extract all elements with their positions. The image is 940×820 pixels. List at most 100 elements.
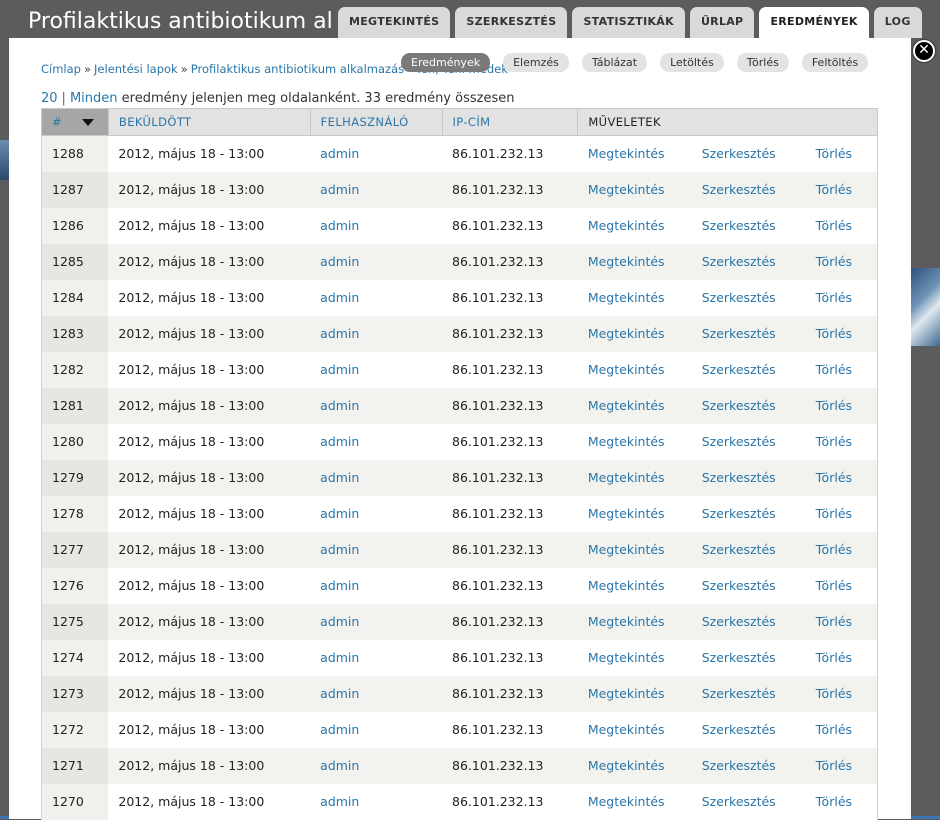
cell-view[interactable]: Megtekintés: [577, 351, 692, 388]
delete-link[interactable]: Törlés: [816, 506, 852, 521]
delete-link[interactable]: Törlés: [816, 758, 852, 773]
view-link[interactable]: Megtekintés: [588, 470, 665, 485]
delete-link[interactable]: Törlés: [816, 686, 852, 701]
edit-link[interactable]: Szerkesztés: [702, 254, 776, 269]
per-page-all-link[interactable]: Minden: [70, 91, 118, 106]
user-link[interactable]: admin: [320, 758, 359, 773]
cell-user[interactable]: admin: [310, 387, 442, 424]
cell-view[interactable]: Megtekintés: [577, 783, 692, 820]
view-link[interactable]: Megtekintés: [588, 434, 665, 449]
sort-ip-link[interactable]: IP-CÍM: [453, 115, 491, 129]
column-header-submitted[interactable]: BEKÜLDÖTT: [107, 108, 311, 136]
cell-delete[interactable]: Törlés: [805, 171, 878, 208]
cell-edit[interactable]: Szerkesztés: [691, 639, 806, 676]
sort-number-link[interactable]: #: [52, 115, 62, 129]
cell-delete[interactable]: Törlés: [805, 747, 878, 784]
cell-edit[interactable]: Szerkesztés: [691, 747, 806, 784]
cell-delete[interactable]: Törlés: [805, 207, 878, 244]
tab-log[interactable]: LOG: [873, 7, 922, 38]
view-link[interactable]: Megtekintés: [588, 650, 665, 665]
cell-user[interactable]: admin: [310, 171, 442, 208]
cell-edit[interactable]: Szerkesztés: [691, 387, 806, 424]
user-link[interactable]: admin: [320, 290, 359, 305]
sort-submitted-link[interactable]: BEKÜLDÖTT: [119, 115, 192, 129]
cell-delete[interactable]: Törlés: [805, 387, 878, 424]
view-link[interactable]: Megtekintés: [588, 398, 665, 413]
cell-edit[interactable]: Szerkesztés: [691, 351, 806, 388]
cell-user[interactable]: admin: [310, 495, 442, 532]
cell-user[interactable]: admin: [310, 531, 442, 568]
view-link[interactable]: Megtekintés: [588, 218, 665, 233]
cell-delete[interactable]: Törlés: [805, 459, 878, 496]
edit-link[interactable]: Szerkesztés: [702, 722, 776, 737]
edit-link[interactable]: Szerkesztés: [702, 686, 776, 701]
user-link[interactable]: admin: [320, 578, 359, 593]
cell-view[interactable]: Megtekintés: [577, 387, 692, 424]
view-link[interactable]: Megtekintés: [588, 290, 665, 305]
cell-delete[interactable]: Törlés: [805, 495, 878, 532]
cell-edit[interactable]: Szerkesztés: [691, 711, 806, 748]
user-link[interactable]: admin: [320, 326, 359, 341]
sort-user-link[interactable]: FELHASZNÁLÓ: [321, 115, 409, 129]
cell-delete[interactable]: Törlés: [805, 639, 878, 676]
cell-edit[interactable]: Szerkesztés: [691, 531, 806, 568]
edit-link[interactable]: Szerkesztés: [702, 398, 776, 413]
subtab-elemzes[interactable]: Elemzés: [503, 53, 569, 72]
cell-edit[interactable]: Szerkesztés: [691, 171, 806, 208]
edit-link[interactable]: Szerkesztés: [702, 326, 776, 341]
cell-edit[interactable]: Szerkesztés: [691, 207, 806, 244]
user-link[interactable]: admin: [320, 650, 359, 665]
edit-link[interactable]: Szerkesztés: [702, 218, 776, 233]
user-link[interactable]: admin: [320, 362, 359, 377]
cell-view[interactable]: Megtekintés: [577, 171, 692, 208]
delete-link[interactable]: Törlés: [816, 470, 852, 485]
cell-delete[interactable]: Törlés: [805, 783, 878, 820]
delete-link[interactable]: Törlés: [816, 398, 852, 413]
breadcrumb-home-link[interactable]: Címlap: [41, 62, 81, 76]
cell-user[interactable]: admin: [310, 639, 442, 676]
delete-link[interactable]: Törlés: [816, 326, 852, 341]
cell-view[interactable]: Megtekintés: [577, 639, 692, 676]
delete-link[interactable]: Törlés: [816, 362, 852, 377]
edit-link[interactable]: Szerkesztés: [702, 362, 776, 377]
tab-eredmenyek[interactable]: EREDMÉNYEK: [759, 7, 869, 38]
cell-delete[interactable]: Törlés: [805, 675, 878, 712]
close-icon[interactable]: ✕: [913, 40, 935, 62]
cell-delete[interactable]: Törlés: [805, 351, 878, 388]
delete-link[interactable]: Törlés: [816, 182, 852, 197]
edit-link[interactable]: Szerkesztés: [702, 182, 776, 197]
cell-user[interactable]: admin: [310, 747, 442, 784]
cell-view[interactable]: Megtekintés: [577, 747, 692, 784]
cell-user[interactable]: admin: [310, 567, 442, 604]
subtab-eredmenyek[interactable]: Eredmények: [401, 53, 491, 72]
cell-user[interactable]: admin: [310, 351, 442, 388]
tab-szerkesztes[interactable]: SZERKESZTÉS: [455, 7, 568, 38]
edit-link[interactable]: Szerkesztés: [702, 542, 776, 557]
delete-link[interactable]: Törlés: [816, 434, 852, 449]
user-link[interactable]: admin: [320, 506, 359, 521]
subtab-tablazat[interactable]: Táblázat: [581, 53, 648, 72]
cell-delete[interactable]: Törlés: [805, 711, 878, 748]
delete-link[interactable]: Törlés: [816, 722, 852, 737]
user-link[interactable]: admin: [320, 542, 359, 557]
edit-link[interactable]: Szerkesztés: [702, 614, 776, 629]
tab-statisztikak[interactable]: STATISZTIKÁK: [572, 7, 685, 38]
edit-link[interactable]: Szerkesztés: [702, 650, 776, 665]
cell-edit[interactable]: Szerkesztés: [691, 459, 806, 496]
cell-user[interactable]: admin: [310, 423, 442, 460]
cell-delete[interactable]: Törlés: [805, 603, 878, 640]
delete-link[interactable]: Törlés: [816, 218, 852, 233]
view-link[interactable]: Megtekintés: [588, 614, 665, 629]
view-link[interactable]: Megtekintés: [588, 758, 665, 773]
tab-urlap[interactable]: ŰRLAP: [689, 7, 755, 38]
delete-link[interactable]: Törlés: [816, 650, 852, 665]
user-link[interactable]: admin: [320, 146, 359, 161]
view-link[interactable]: Megtekintés: [588, 362, 665, 377]
per-page-20-link[interactable]: 20: [41, 91, 58, 106]
cell-view[interactable]: Megtekintés: [577, 279, 692, 316]
user-link[interactable]: admin: [320, 470, 359, 485]
user-link[interactable]: admin: [320, 614, 359, 629]
view-link[interactable]: Megtekintés: [588, 578, 665, 593]
edit-link[interactable]: Szerkesztés: [702, 794, 776, 809]
cell-edit[interactable]: Szerkesztés: [691, 315, 806, 352]
